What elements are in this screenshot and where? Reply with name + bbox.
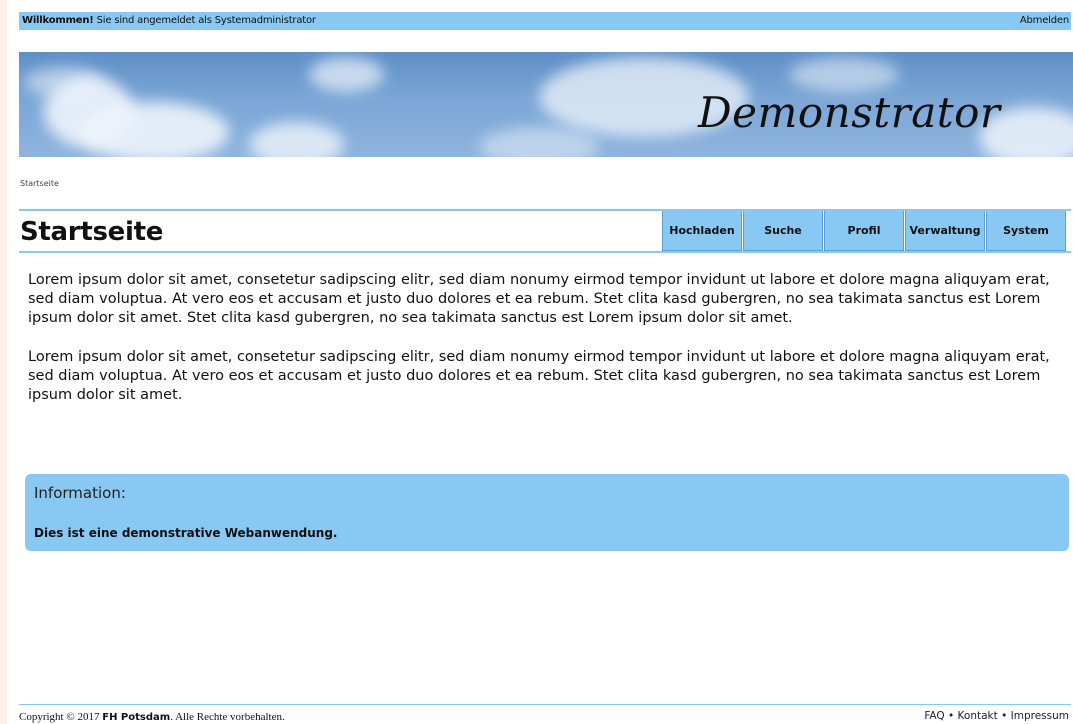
page-title: Startseite xyxy=(20,217,164,247)
footer-separator: • xyxy=(997,710,1011,722)
nav-suche[interactable]: Suche xyxy=(743,211,823,251)
copyright-org: FH Potsdam xyxy=(102,712,171,723)
main-content: Lorem ipsum dolor sit amet, consetetur s… xyxy=(28,271,1058,425)
content-paragraph: Lorem ipsum dolor sit amet, consetetur s… xyxy=(28,349,1050,403)
cloud-decor xyxy=(24,67,104,97)
nav-hochladen[interactable]: Hochladen xyxy=(662,211,742,251)
footer-link-faq[interactable]: FAQ xyxy=(924,710,944,722)
footer-link-impressum[interactable]: Impressum xyxy=(1011,710,1069,722)
welcome-text: Sie sind angemeldet als Systemadministra… xyxy=(96,15,316,26)
footer-separator: • xyxy=(944,710,958,722)
welcome-message: Willkommen! Sie sind angemeldet als Syst… xyxy=(22,12,316,30)
cloud-decor xyxy=(479,127,599,157)
cloud-decor xyxy=(249,122,344,157)
nav-profil[interactable]: Profil xyxy=(824,211,904,251)
footer-links: FAQ • Kontakt • Impressum xyxy=(924,710,1069,722)
copyright: Copyright © 2017 FH Potsdam. Alle Rechte… xyxy=(19,711,285,723)
header-banner: Demonstrator xyxy=(19,52,1073,157)
cloud-decor xyxy=(309,57,384,92)
welcome-bold: Willkommen! xyxy=(22,15,94,26)
banner-title: Demonstrator xyxy=(698,88,1001,137)
main-nav: Hochladen Suche Profil Verwaltung System xyxy=(661,211,1066,251)
footer-divider xyxy=(19,704,1071,705)
cloud-decor xyxy=(79,102,229,157)
nav-system[interactable]: System xyxy=(986,211,1066,251)
copyright-prefix: Copyright © 2017 xyxy=(19,711,100,723)
copyright-suffix: . Alle Rechte vorbehalten. xyxy=(170,711,285,723)
nav-verwaltung[interactable]: Verwaltung xyxy=(905,211,985,251)
title-row: Startseite Hochladen Suche Profil Verwal… xyxy=(19,209,1071,253)
left-decor-bar xyxy=(0,0,7,724)
breadcrumb[interactable]: Startseite xyxy=(20,179,59,188)
top-bar: Willkommen! Sie sind angemeldet als Syst… xyxy=(19,12,1071,30)
info-text: Dies ist eine demonstrative Webanwendung… xyxy=(34,526,338,540)
content-paragraph: Lorem ipsum dolor sit amet, consetetur s… xyxy=(28,272,1050,326)
footer-link-kontakt[interactable]: Kontakt xyxy=(958,710,998,722)
info-box: Information: Dies ist eine demonstrative… xyxy=(25,474,1069,551)
info-title: Information: xyxy=(34,484,126,502)
page: Willkommen! Sie sind angemeldet als Syst… xyxy=(19,0,1073,724)
logout-link[interactable]: Abmelden xyxy=(1020,12,1069,30)
cloud-decor xyxy=(789,57,899,92)
